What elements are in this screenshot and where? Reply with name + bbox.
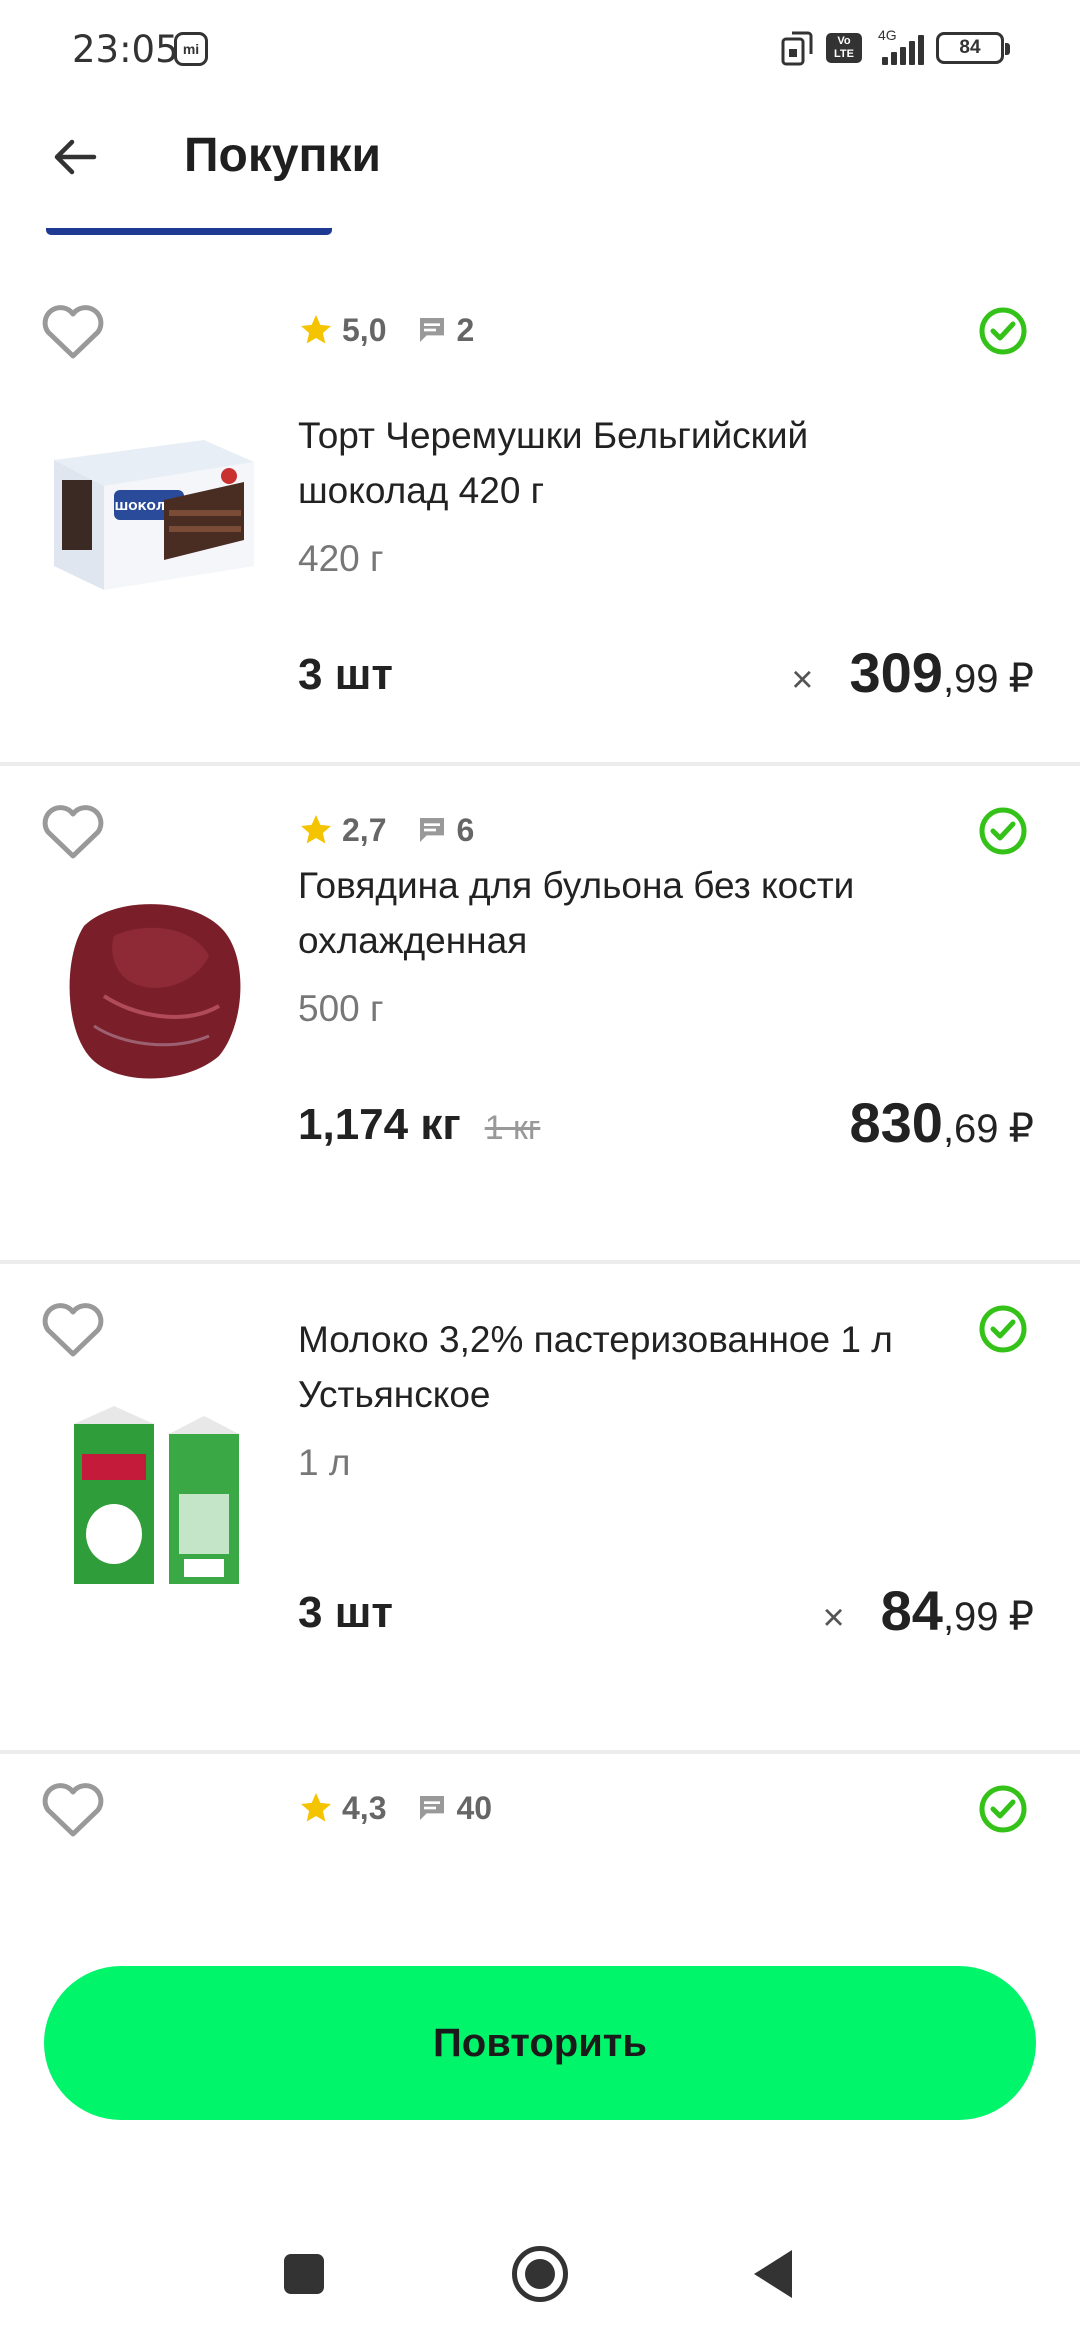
app-bar: Покупки: [0, 100, 1080, 240]
repeat-button-label: Повторить: [433, 2020, 647, 2065]
rating: 4,3 40: [298, 1786, 492, 1830]
back-button[interactable]: [40, 122, 110, 192]
comment-icon: [420, 1796, 445, 1820]
quantity-value: 3 шт: [298, 1588, 393, 1637]
multiply-sign: ×: [791, 659, 814, 701]
rating-value: 2,7: [342, 811, 387, 848]
list-item[interactable]: 2,7 6 Говядина для бульона без кости охл…: [0, 766, 1080, 1262]
quantity-value: 1,174 кг: [298, 1100, 461, 1149]
price-integer: 84: [880, 1579, 943, 1642]
signal-bar: [900, 47, 906, 65]
rating: 5,0 2: [298, 308, 474, 352]
product-quantity: 3 шт: [298, 1588, 393, 1638]
network-type: 4G: [878, 27, 897, 43]
multiply-sign: ×: [822, 1597, 845, 1639]
page-title: Покупки: [184, 129, 382, 182]
heart-icon[interactable]: [40, 1300, 106, 1360]
volte-bottom: LTE: [834, 48, 854, 60]
check-circle-icon: [979, 1785, 1027, 1833]
system-nav-bar: [0, 2220, 1080, 2340]
arrow-left-icon: [54, 139, 97, 175]
product-price: 830 ,69 ₽: [850, 1090, 1035, 1155]
price-decimal: ,99: [942, 1595, 999, 1639]
price-decimal: ,99: [942, 657, 999, 701]
signal-icon: 4G: [874, 27, 924, 65]
tab-indicator: [46, 228, 332, 235]
quantity-value: 3 шт: [298, 650, 393, 699]
signal-bar: [882, 57, 888, 65]
purchase-list[interactable]: 5,0 2 ШОКОЛАД Торт Черемушки Бельгийский…: [0, 260, 1080, 1920]
repeat-button[interactable]: Повторить: [44, 1966, 1036, 2120]
price-integer: 309: [849, 641, 943, 704]
system-back-icon[interactable]: [754, 2250, 792, 2298]
quantity-old: 1 кг: [484, 1109, 541, 1147]
currency: ₽: [1008, 1107, 1034, 1151]
list-item[interactable]: 5,0 2 ШОКОЛАД Торт Черемушки Бельгийский…: [0, 260, 1080, 764]
check-circle-icon: [979, 807, 1027, 855]
product-name[interactable]: Говядина для бульона без кости охлажденн…: [298, 858, 958, 968]
product-name[interactable]: Молоко 3,2% пастеризованное 1 л Устьянск…: [298, 1312, 958, 1422]
sim-rotate-icon: [781, 31, 813, 66]
beef-image: [69, 904, 241, 1079]
recent-apps-icon[interactable]: [284, 2254, 324, 2294]
price-decimal: ,69: [942, 1107, 999, 1151]
reviews-count: 2: [456, 311, 475, 348]
rating-value: 5,0: [342, 311, 387, 348]
product-price: × 84 ,99 ₽: [822, 1578, 1034, 1643]
currency: ₽: [1008, 657, 1034, 701]
signal-bar: [909, 41, 915, 65]
product-price: × 309 ,99 ₽: [791, 640, 1034, 705]
product-weight: 420 г: [298, 538, 384, 579]
star-icon: [301, 1793, 331, 1822]
comment-icon: [420, 818, 445, 842]
heart-icon[interactable]: [40, 802, 106, 862]
volte-icon: Vo LTE: [826, 33, 862, 63]
signal-bar: [891, 52, 897, 65]
battery-icon: 84: [936, 32, 1010, 64]
status-time: 23:05: [72, 28, 179, 71]
volte-top: Vo: [837, 35, 851, 47]
product-weight: 1 л: [298, 1442, 351, 1483]
product-quantity: 1,174 кг 1 кг: [298, 1100, 540, 1150]
check-circle-icon: [979, 307, 1027, 355]
rating-value: 4,3: [342, 1789, 387, 1826]
list-item[interactable]: Молоко 3,2% пастеризованное 1 л Устьянск…: [0, 1264, 1080, 1750]
heart-icon[interactable]: [40, 1780, 106, 1840]
status-icons: Vo LTE 4G 84: [780, 26, 1010, 70]
mi-icon: mi: [174, 32, 208, 66]
product-name[interactable]: Торт Черемушки Бельгийский шоколад 420 г: [298, 408, 958, 518]
star-icon: [301, 315, 331, 344]
reviews-count: 6: [456, 811, 475, 848]
home-icon[interactable]: [512, 2246, 568, 2302]
star-icon: [301, 815, 331, 844]
product-quantity: 3 шт: [298, 650, 393, 700]
battery-level: 84: [959, 37, 981, 58]
product-weight: 500 г: [298, 988, 384, 1029]
comment-icon: [420, 318, 445, 342]
price-integer: 830: [849, 1091, 943, 1154]
cake-box-image: ШОКОЛАД: [54, 440, 254, 590]
heart-icon[interactable]: [40, 302, 106, 362]
signal-bar: [918, 35, 924, 65]
milk-carton-image: [74, 1406, 239, 1584]
currency: ₽: [1008, 1595, 1034, 1639]
list-item[interactable]: 4,3 40: [0, 1754, 1080, 1920]
reviews-count: 40: [456, 1789, 493, 1826]
rating: 2,7 6: [298, 808, 474, 852]
check-circle-icon: [979, 1305, 1027, 1353]
status-bar: 23:05 mi Vo LTE 4G 84: [0, 0, 1080, 100]
